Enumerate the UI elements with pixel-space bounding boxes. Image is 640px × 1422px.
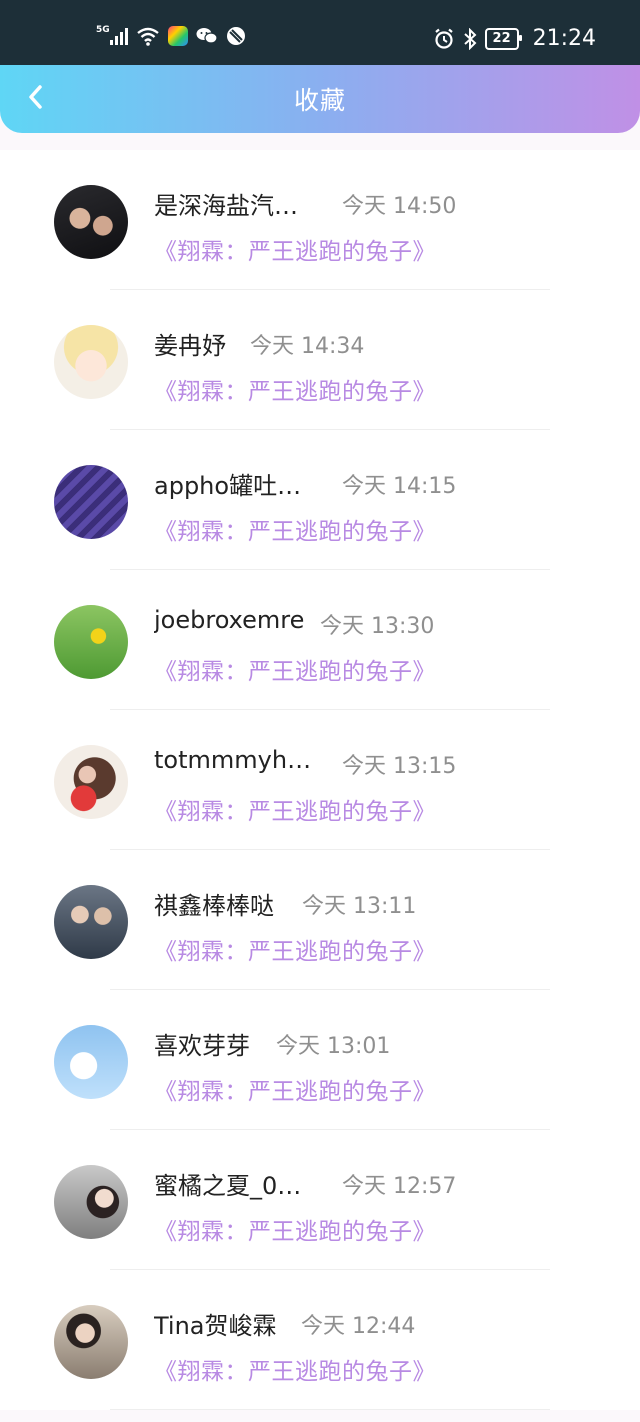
user-name: Tina贺峻霖 <box>154 1312 277 1340</box>
user-name: 是深海盐汽水呀 <box>154 192 316 220</box>
browser-icon <box>226 26 246 46</box>
user-name: joebroxemre <box>154 606 305 634</box>
status-clock: 21:24 <box>532 26 596 51</box>
avatar[interactable] <box>54 745 128 819</box>
book-title-link[interactable]: 《翔霖：严王逃跑的兔子》 <box>154 1212 436 1246</box>
avatar[interactable] <box>54 885 128 959</box>
app-header: 收藏 <box>0 65 640 133</box>
book-title-link[interactable]: 《翔霖：严王逃跑的兔子》 <box>154 232 436 266</box>
list-item[interactable]: totmmmyhiiiii 今天 13:15 《翔霖：严王逃跑的兔子》 <box>0 710 640 850</box>
book-title-link[interactable]: 《翔霖：严王逃跑的兔子》 <box>154 512 436 546</box>
avatar[interactable] <box>54 185 128 259</box>
user-name: totmmmyhiiiii <box>154 746 316 774</box>
alarm-icon <box>433 28 455 50</box>
book-title-link[interactable]: 《翔霖：严王逃跑的兔子》 <box>154 372 436 406</box>
book-title-link[interactable]: 《翔霖：严王逃跑的兔子》 <box>154 932 436 966</box>
wechat-icon <box>196 26 218 46</box>
user-name: 喜欢芽芽 <box>154 1032 250 1060</box>
list-item[interactable]: 是深海盐汽水呀 今天 14:50 《翔霖：严王逃跑的兔子》 <box>0 150 640 290</box>
avatar[interactable] <box>54 325 128 399</box>
user-name: 姜冉妤 <box>154 332 226 360</box>
page-title: 收藏 <box>293 86 346 115</box>
book-title-link[interactable]: 《翔霖：严王逃跑的兔子》 <box>154 1072 436 1106</box>
list-item[interactable]: appho罐吐泡泡 今天 14:15 《翔霖：严王逃跑的兔子》 <box>0 430 640 570</box>
timestamp: 今天 13:15 <box>342 754 457 779</box>
divider <box>110 1409 550 1410</box>
favorites-list: 是深海盐汽水呀 今天 14:50 《翔霖：严王逃跑的兔子》 姜冉妤 今天 14:… <box>0 150 640 1410</box>
wifi-icon <box>136 26 160 46</box>
timestamp: 今天 14:15 <box>342 474 457 499</box>
status-left: 5G <box>96 24 246 46</box>
user-name: 蜜橘之夏_0000 <box>154 1172 316 1200</box>
network-type: 5G <box>96 24 110 35</box>
timestamp: 今天 12:57 <box>342 1174 457 1199</box>
timestamp: 今天 14:50 <box>342 194 457 219</box>
user-name: 祺鑫棒棒哒 <box>154 892 274 920</box>
book-title-link[interactable]: 《翔霖：严王逃跑的兔子》 <box>154 792 436 826</box>
avatar[interactable] <box>54 465 128 539</box>
status-right: 22 21:24 <box>433 26 596 51</box>
cellular-signal-icon: 5G <box>96 24 128 45</box>
timestamp: 今天 14:34 <box>250 334 365 359</box>
book-title-link[interactable]: 《翔霖：严王逃跑的兔子》 <box>154 1352 436 1386</box>
timestamp: 今天 12:44 <box>301 1314 416 1339</box>
timestamp: 今天 13:01 <box>276 1034 391 1059</box>
book-title-link[interactable]: 《翔霖：严王逃跑的兔子》 <box>154 652 436 686</box>
battery-icon: 22 <box>484 27 522 50</box>
list-item[interactable]: Tina贺峻霖 今天 12:44 《翔霖：严王逃跑的兔子》 <box>0 1270 640 1410</box>
avatar[interactable] <box>54 1305 128 1379</box>
list-item[interactable]: 祺鑫棒棒哒 今天 13:11 《翔霖：严王逃跑的兔子》 <box>0 850 640 990</box>
list-item[interactable]: 蜜橘之夏_0000 今天 12:57 《翔霖：严王逃跑的兔子》 <box>0 1130 640 1270</box>
timestamp: 今天 13:11 <box>302 894 417 919</box>
list-item[interactable]: 姜冉妤 今天 14:34 《翔霖：严王逃跑的兔子》 <box>0 290 640 430</box>
list-item[interactable]: joebroxemre 今天 13:30 《翔霖：严王逃跑的兔子》 <box>0 570 640 710</box>
bluetooth-icon <box>463 27 477 50</box>
avatar[interactable] <box>54 1025 128 1099</box>
avatar[interactable] <box>54 1165 128 1239</box>
app-notification-icon <box>167 26 188 46</box>
list-item[interactable]: 喜欢芽芽 今天 13:01 《翔霖：严王逃跑的兔子》 <box>0 990 640 1130</box>
avatar[interactable] <box>54 605 128 679</box>
timestamp: 今天 13:30 <box>320 614 435 639</box>
user-name: appho罐吐泡泡 <box>154 472 316 500</box>
